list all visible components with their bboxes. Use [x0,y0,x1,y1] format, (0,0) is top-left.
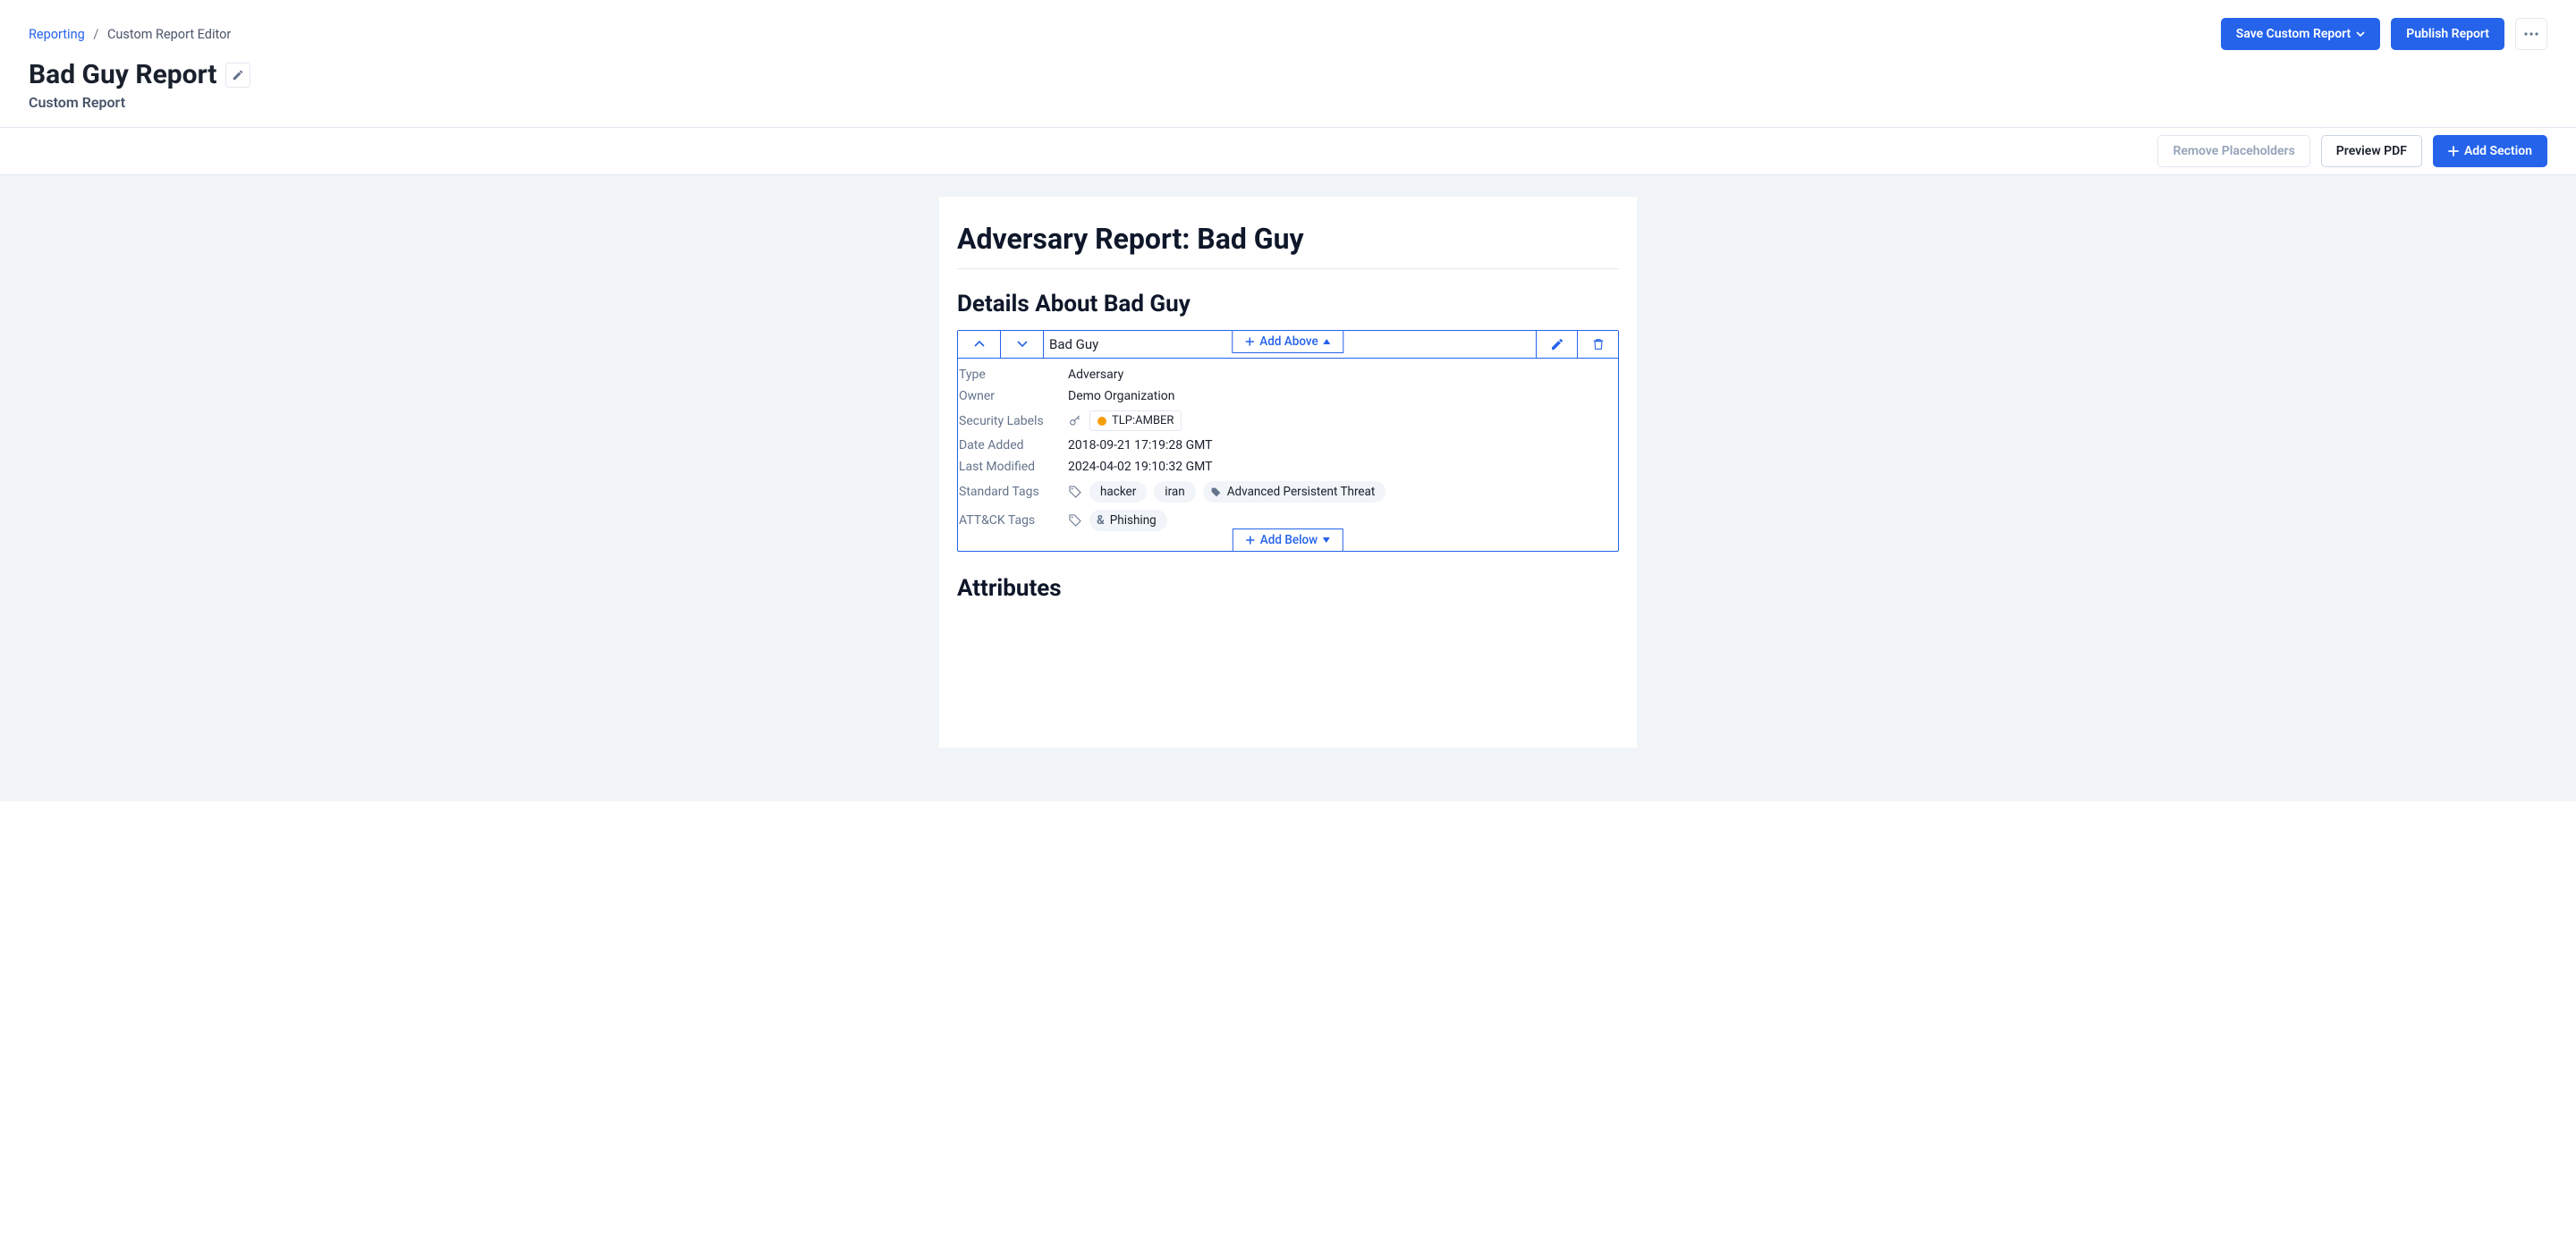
pencil-icon [232,69,244,81]
publish-report-label: Publish Report [2406,27,2489,41]
edit-title-button[interactable] [225,63,250,88]
attributes-heading: Attributes [957,575,1619,602]
detail-row-date-added: Date Added 2018-09-21 17:19:28 GMT [958,435,1618,456]
edit-section-button[interactable] [1536,331,1577,358]
detail-label: Standard Tags [959,485,1068,499]
detail-row-security-labels: Security Labels TLP:AMBER [958,407,1618,435]
attack-ampersand-icon: & [1097,513,1105,528]
chevron-down-icon [1017,341,1028,348]
detail-label: Type [959,368,1068,382]
breadcrumb-root-link[interactable]: Reporting [29,27,85,42]
preview-pdf-label: Preview PDF [2336,144,2407,158]
detail-row-owner: Owner Demo Organization [958,385,1618,407]
caret-down-icon [1323,537,1330,543]
move-section-down-button[interactable] [1001,331,1044,358]
tlp-label: TLP:AMBER [1112,414,1174,427]
move-section-up-button[interactable] [958,331,1001,358]
tag-solid-icon [1210,486,1222,498]
detail-row-standard-tags: Standard Tags hacker iran Advanced Persi… [958,478,1618,506]
preview-pdf-button[interactable]: Preview PDF [2321,135,2422,167]
report-document: Adversary Report: Bad Guy Details About … [939,197,1637,748]
detail-label: Security Labels [959,414,1068,428]
breadcrumb: Reporting / Custom Report Editor [29,27,231,42]
tlp-amber-dot-icon [1097,417,1106,426]
add-section-label: Add Section [2464,144,2532,158]
report-title: Adversary Report: Bad Guy [957,222,1619,256]
page-subtitle: Custom Report [29,94,2547,111]
add-section-button[interactable]: Add Section [2433,135,2547,167]
tag-label: Advanced Persistent Threat [1227,485,1376,499]
details-section-card: Bad Guy [957,330,1619,552]
tag-icon [1068,485,1082,499]
tag-pill: iran [1154,481,1195,503]
detail-value: 2024-04-02 19:10:32 GMT [1068,460,1213,474]
detail-value: 2018-09-21 17:19:28 GMT [1068,438,1213,452]
add-above-button[interactable]: Add Above [1232,330,1343,353]
attack-tag-pill: & Phishing [1089,510,1167,531]
add-below-button[interactable]: Add Below [1233,528,1343,552]
key-icon [1068,414,1082,428]
delete-section-button[interactable] [1577,331,1618,358]
detail-row-last-modified: Last Modified 2024-04-02 19:10:32 GMT [958,456,1618,478]
tag-pill: Advanced Persistent Threat [1203,481,1386,503]
detail-value: Demo Organization [1068,389,1174,403]
title-divider [957,268,1619,269]
remove-placeholders-button[interactable]: Remove Placeholders [2157,135,2309,167]
trash-icon [1591,337,1606,351]
publish-report-button[interactable]: Publish Report [2391,18,2504,50]
attack-tag-label: Phishing [1110,513,1157,528]
save-custom-report-label: Save Custom Report [2236,27,2351,41]
detail-label: ATT&CK Tags [959,513,1068,528]
add-above-label: Add Above [1259,334,1318,349]
remove-placeholders-label: Remove Placeholders [2173,144,2294,158]
detail-row-type: Type Adversary [958,364,1618,385]
save-custom-report-button[interactable]: Save Custom Report [2221,18,2380,50]
plus-icon [2448,146,2459,156]
breadcrumb-separator: / [93,27,98,42]
chevron-up-icon [974,341,985,348]
editor-canvas: Adversary Report: Bad Guy Details About … [0,175,2576,801]
tlp-badge: TLP:AMBER [1089,410,1182,431]
plus-icon [1245,337,1254,346]
detail-label: Date Added [959,438,1068,452]
breadcrumb-current: Custom Report Editor [107,27,231,42]
pencil-icon [1550,337,1564,351]
detail-label: Last Modified [959,460,1068,474]
detail-value: Adversary [1068,368,1123,382]
chevron-down-icon [2356,31,2365,37]
detail-label: Owner [959,389,1068,403]
add-below-label: Add Below [1260,533,1318,547]
ellipsis-icon [2524,32,2538,36]
caret-up-icon [1324,339,1331,344]
more-actions-button[interactable] [2515,18,2547,50]
page-title: Bad Guy Report [29,59,216,90]
plus-icon [1246,536,1255,545]
details-heading: Details About Bad Guy [957,291,1619,317]
tag-icon [1068,513,1082,528]
tag-pill: hacker [1089,481,1147,503]
